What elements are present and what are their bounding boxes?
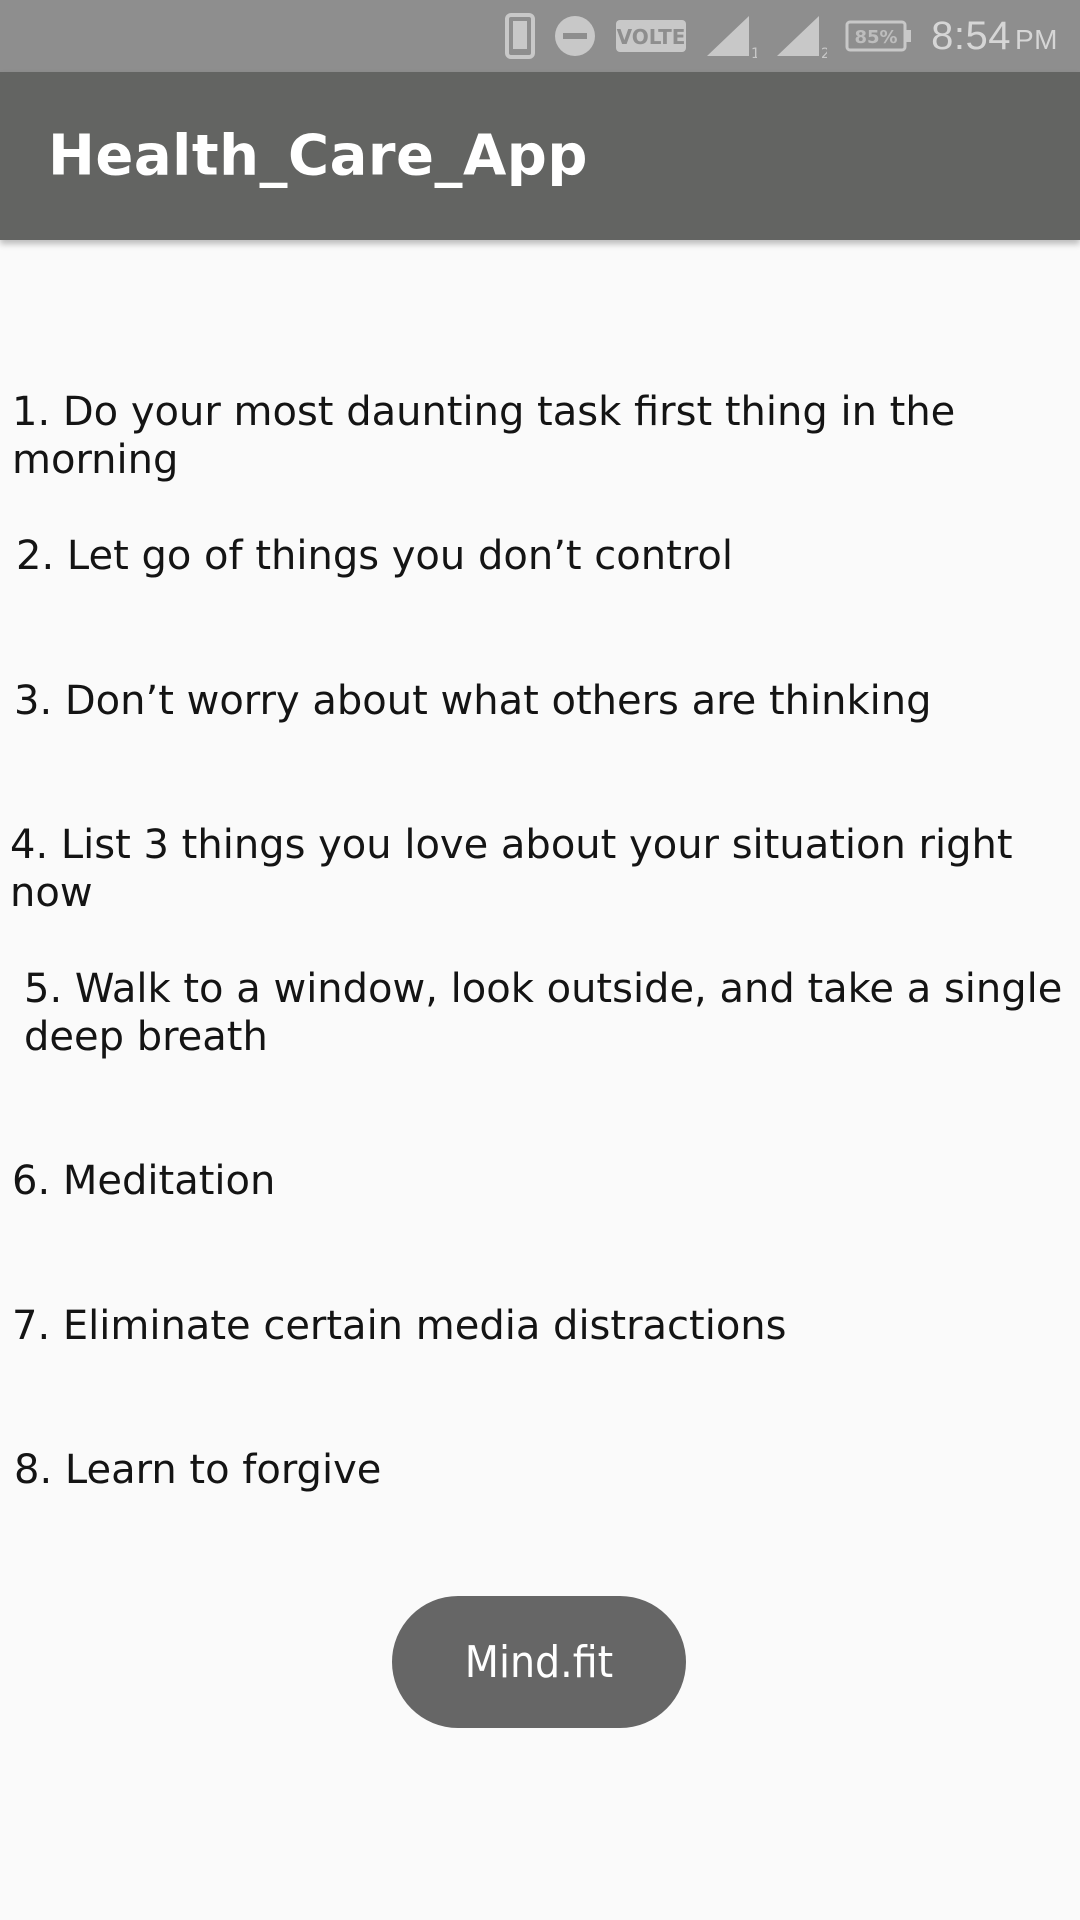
clock-time: 8:54 — [931, 13, 1011, 58]
battery-percent: 85% — [855, 27, 898, 48]
mind-fit-button[interactable]: Mind.fit — [392, 1596, 686, 1728]
tip-item-4: 4. List 3 things you love about your sit… — [10, 822, 1013, 916]
signal-sim2-icon: 2 — [775, 14, 827, 58]
tip-item-6: 6. Meditation — [12, 1158, 276, 1204]
app-title: Health_Care_App — [48, 123, 588, 189]
tip-item-7: 7. Eliminate certain media distractions — [12, 1303, 787, 1349]
clock-ampm: PM — [1015, 23, 1058, 55]
tip-item-1: 1. Do your most daunting task first thin… — [12, 389, 956, 483]
tip-item-5: 5. Walk to a window, look outside, and t… — [24, 966, 1063, 1060]
app-bar: Health_Care_App — [0, 72, 1080, 240]
status-clock: 8:54 PM — [931, 14, 1058, 59]
volte-icon: VOLTE — [615, 18, 687, 54]
phone-icon — [505, 13, 536, 59]
battery-icon: 85% — [845, 19, 913, 53]
status-bar: VOLTE 1 2 85% 8:54 PM — [0, 0, 1080, 72]
do-not-disturb-icon — [553, 14, 597, 58]
svg-text:2: 2 — [821, 46, 827, 58]
svg-text:1: 1 — [751, 46, 757, 58]
status-icons: VOLTE 1 2 85% 8:54 PM — [505, 0, 1058, 72]
tip-item-8: 8. Learn to forgive — [14, 1447, 382, 1493]
volte-label: VOLTE — [617, 25, 686, 49]
tip-item-2: 2. Let go of things you don’t control — [16, 533, 733, 579]
tip-item-3: 3. Don’t worry about what others are thi… — [14, 678, 932, 724]
signal-sim1-icon: 1 — [705, 14, 757, 58]
